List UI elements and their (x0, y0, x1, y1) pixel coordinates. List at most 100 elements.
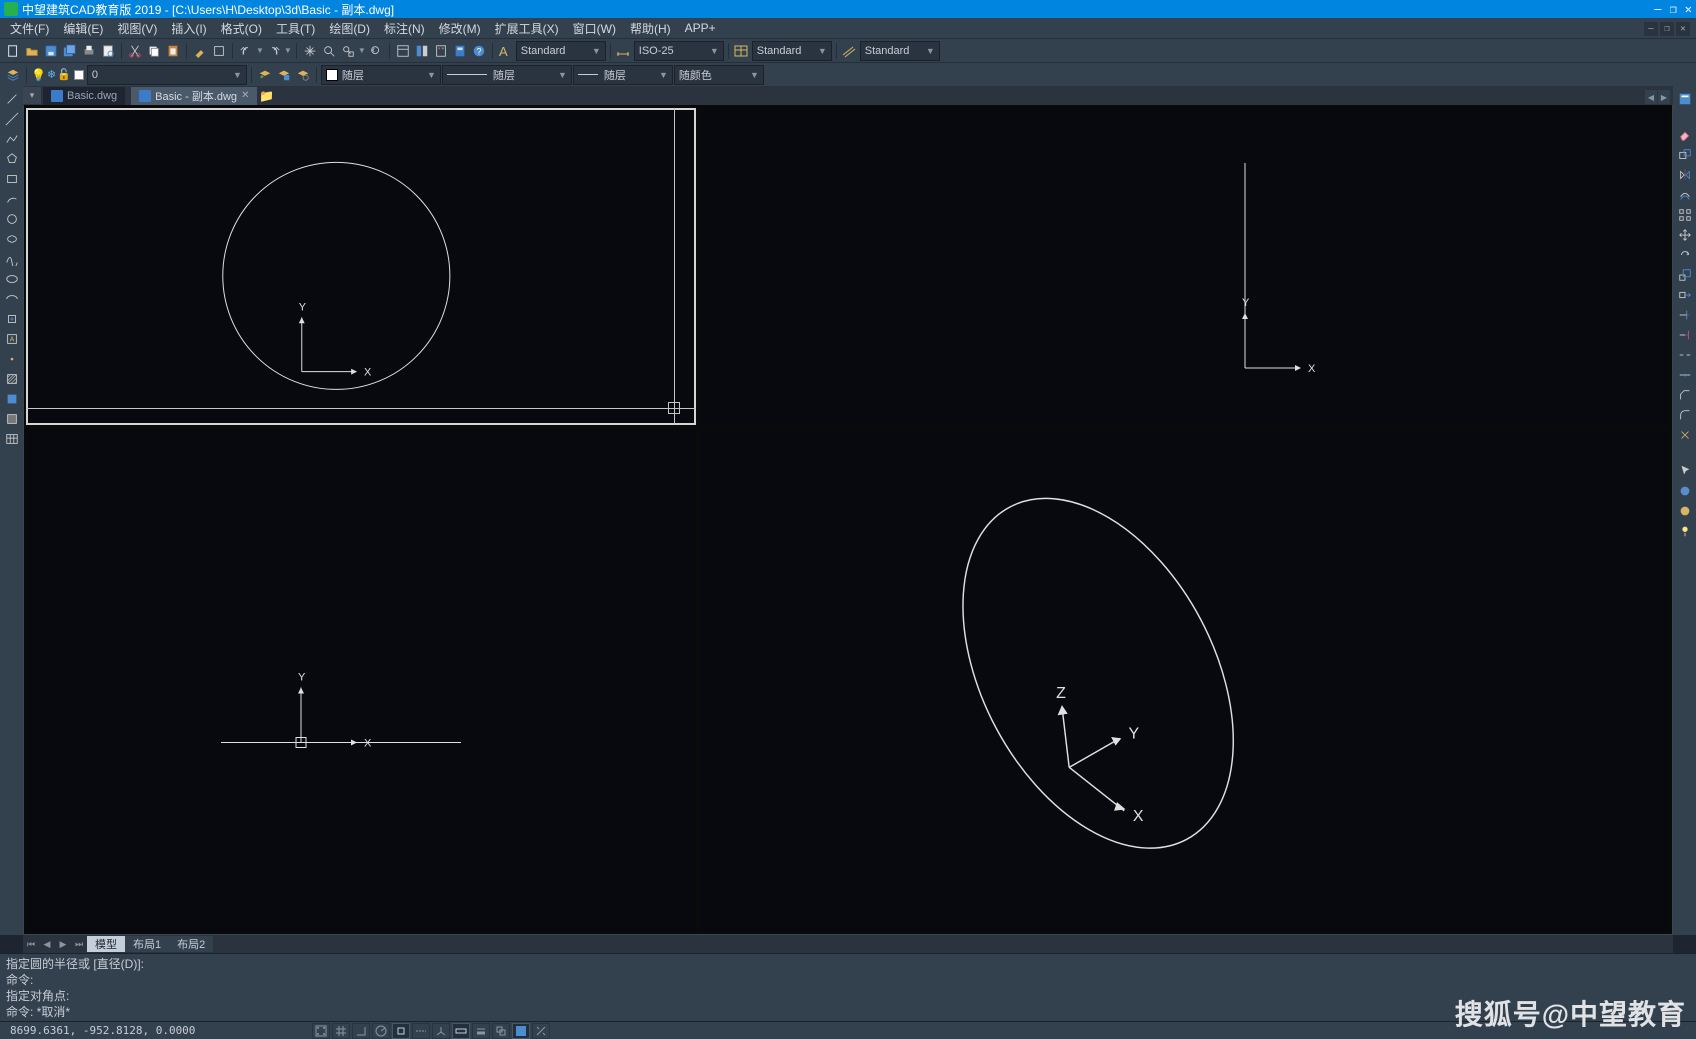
ellipse-tool[interactable] (3, 270, 21, 288)
vp-close-button[interactable]: ✕ (1676, 22, 1690, 36)
rotate-tool[interactable] (1676, 246, 1694, 264)
tablestyle-dropdown[interactable]: Standard▼ (752, 41, 832, 61)
menu-item[interactable]: 工具(T) (270, 19, 321, 38)
rectangle-tool[interactable] (3, 170, 21, 188)
extend-tool[interactable] (1676, 326, 1694, 344)
layout-prev-button[interactable]: ◀ (39, 936, 55, 952)
line-tool[interactable] (3, 90, 21, 108)
block-tool[interactable]: A (3, 330, 21, 348)
layout-tab-model[interactable]: 模型 (87, 936, 125, 952)
open-button[interactable] (23, 42, 41, 60)
menu-item[interactable]: 文件(F) (4, 19, 55, 38)
visual-style-button[interactable] (1676, 482, 1694, 500)
region-tool[interactable] (3, 410, 21, 428)
viewport-top[interactable]: X Y (26, 108, 696, 425)
match-props-button[interactable] (191, 42, 209, 60)
coordinates-readout[interactable]: 8699.6361, -952.8128, 0.0000 (4, 1024, 201, 1037)
trim-tool[interactable] (1676, 306, 1694, 324)
document-tab-active[interactable]: Basic - 副本.dwg✕ (131, 87, 257, 105)
pan-button[interactable] (301, 42, 319, 60)
chamfer-tool[interactable] (1676, 386, 1694, 404)
otrack-toggle[interactable] (412, 1023, 430, 1039)
xline-tool[interactable] (3, 110, 21, 128)
copy-button[interactable] (145, 42, 163, 60)
offset-tool[interactable] (1676, 186, 1694, 204)
array-tool[interactable] (1676, 206, 1694, 224)
save-button[interactable] (42, 42, 60, 60)
model-toggle[interactable] (512, 1023, 530, 1039)
menu-item[interactable]: 绘图(D) (323, 19, 376, 38)
properties-button[interactable] (394, 42, 412, 60)
undo-dropdown[interactable]: ▼ (256, 46, 264, 55)
new-tab-button[interactable]: 📁 (257, 87, 275, 104)
stretch-tool[interactable] (1676, 286, 1694, 304)
layer-isolate-button[interactable] (294, 66, 312, 84)
print-preview-button[interactable] (99, 42, 117, 60)
grid-toggle[interactable] (332, 1023, 350, 1039)
layer-dropdown[interactable]: 0▼ (87, 65, 247, 85)
spline-tool[interactable] (3, 250, 21, 268)
polyline-tool[interactable] (3, 130, 21, 148)
osnap-toggle[interactable] (392, 1023, 410, 1039)
menu-item[interactable]: 编辑(E) (57, 19, 109, 38)
mirror-tool[interactable] (1676, 166, 1694, 184)
dimstyle-dropdown[interactable]: ISO-25▼ (634, 41, 724, 61)
layout-tab-2[interactable]: 布局2 (169, 936, 213, 952)
layout-tab-1[interactable]: 布局1 (125, 936, 169, 952)
maximize-button[interactable]: ❐ (1670, 2, 1677, 16)
explode-tool[interactable] (1676, 426, 1694, 444)
cut-button[interactable] (126, 42, 144, 60)
calc-button[interactable] (451, 42, 469, 60)
arc-tool[interactable] (3, 190, 21, 208)
ellipsearc-tool[interactable] (3, 290, 21, 308)
help-button[interactable]: ? (470, 42, 488, 60)
table-tool[interactable] (3, 430, 21, 448)
viewport-front[interactable]: X Y (700, 108, 1670, 425)
designcenter-button[interactable] (413, 42, 431, 60)
undo-button[interactable] (237, 42, 255, 60)
polygon-tool[interactable] (3, 150, 21, 168)
tab-next-button[interactable]: ▶ (1658, 90, 1670, 104)
print-button[interactable] (80, 42, 98, 60)
lwt-toggle[interactable] (472, 1023, 490, 1039)
menu-item[interactable]: 窗口(W) (567, 19, 622, 38)
revcloud-tool[interactable] (3, 230, 21, 248)
drawing-area[interactable]: X Y X Y (23, 86, 1673, 935)
lineweight-dropdown[interactable]: 随层▼ (573, 65, 673, 85)
dyn-toggle[interactable] (452, 1023, 470, 1039)
light-button[interactable] (1676, 522, 1694, 540)
hatch-tool[interactable] (3, 370, 21, 388)
layer-states-button[interactable] (275, 66, 293, 84)
break-tool[interactable] (1676, 346, 1694, 364)
render-button[interactable] (1676, 502, 1694, 520)
cycle-toggle[interactable] (492, 1023, 510, 1039)
polar-toggle[interactable] (372, 1023, 390, 1039)
layout-last-button[interactable]: ⏭ (71, 936, 87, 952)
vp-minimize-button[interactable]: — (1644, 22, 1658, 36)
ortho-toggle[interactable] (352, 1023, 370, 1039)
tab-scroll-button[interactable]: ▾ (23, 87, 41, 104)
insert-tool[interactable] (3, 310, 21, 328)
new-button[interactable] (4, 42, 22, 60)
zoom-dropdown[interactable]: ▼ (358, 46, 366, 55)
menu-item[interactable]: 帮助(H) (624, 19, 677, 38)
move-tool[interactable] (1676, 226, 1694, 244)
scale-tool[interactable] (1676, 266, 1694, 284)
zoom-window-button[interactable] (339, 42, 357, 60)
menu-item[interactable]: 修改(M) (433, 19, 487, 38)
snap-toggle[interactable] (312, 1023, 330, 1039)
menu-item[interactable]: 视图(V) (111, 19, 163, 38)
fillet-tool[interactable] (1676, 406, 1694, 424)
blockeditor-button[interactable] (210, 42, 228, 60)
vp-maximize-button[interactable]: ❐ (1660, 22, 1674, 36)
close-button[interactable]: ✕ (1685, 2, 1692, 16)
color-dropdown[interactable]: 随层▼ (321, 65, 441, 85)
redo-dropdown[interactable]: ▼ (284, 46, 292, 55)
menu-item[interactable]: 标注(N) (378, 19, 431, 38)
zoom-realtime-button[interactable] (320, 42, 338, 60)
point-tool[interactable] (3, 350, 21, 368)
annoscale-toggle[interactable] (532, 1023, 550, 1039)
dynucs-toggle[interactable] (432, 1023, 450, 1039)
gradient-tool[interactable] (3, 390, 21, 408)
toolpalette-button[interactable] (432, 42, 450, 60)
